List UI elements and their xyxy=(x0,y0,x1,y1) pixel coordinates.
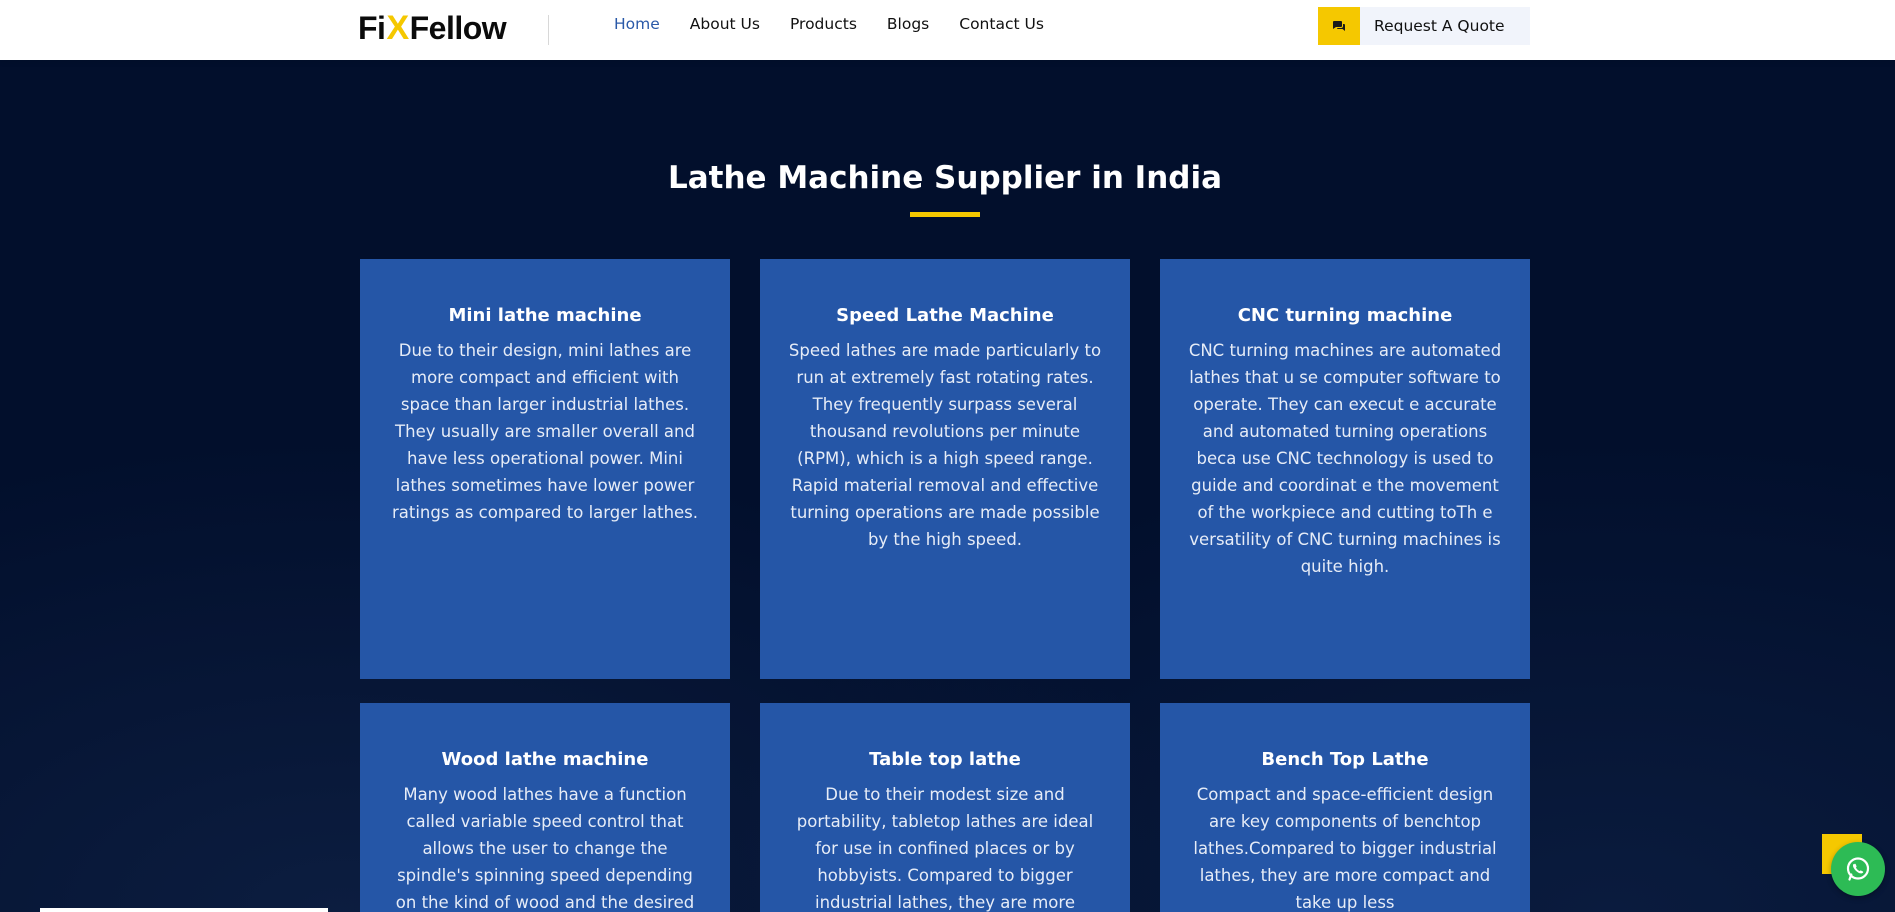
card-title: Wood lathe machine xyxy=(441,749,649,770)
card-body: Speed lathes are made particularly to ru… xyxy=(788,341,1102,549)
request-quote-button[interactable]: Request A Quote xyxy=(1318,7,1530,45)
logo-divider xyxy=(548,15,549,45)
bottom-progress-bar xyxy=(40,908,328,912)
whatsapp-icon[interactable] xyxy=(1831,842,1885,896)
card-cnc-turning: CNC turning machine CNC turning machines… xyxy=(1160,259,1530,679)
card-body: CNC turning machines are automated lathe… xyxy=(1188,341,1502,576)
card-body: Many wood lathes have a function called … xyxy=(395,785,695,912)
card-title: Table top lathe xyxy=(869,749,1021,770)
card-title: CNC turning machine xyxy=(1237,305,1453,326)
chat-icon xyxy=(1318,7,1360,45)
card-body: Due to their design, mini lathes are mor… xyxy=(391,341,699,522)
site-logo[interactable]: FiXFellow xyxy=(358,8,507,48)
nav-about-us[interactable]: About Us xyxy=(690,14,760,34)
card-speed-lathe: Speed Lathe Machine Speed lathes are mad… xyxy=(760,259,1130,679)
card-body: Due to their modest size and portability… xyxy=(796,785,1094,912)
nav-blogs[interactable]: Blogs xyxy=(887,14,929,34)
card-mini-lathe: Mini lathe machine Due to their design, … xyxy=(360,259,730,679)
card-title: Speed Lathe Machine xyxy=(836,305,1054,326)
nav-products[interactable]: Products xyxy=(790,14,857,34)
card-wood-lathe: Wood lathe machine Many wood lathes have… xyxy=(360,703,730,912)
site-header: FiXFellow Home About Us Products Blogs C… xyxy=(0,0,1895,60)
nav-contact-us[interactable]: Contact Us xyxy=(959,14,1044,34)
nav-home[interactable]: Home xyxy=(614,14,660,34)
card-bench-top-lathe: Bench Top Lathe Compact and space-effici… xyxy=(1160,703,1530,912)
card-table-top-lathe: Table top lathe Due to their modest size… xyxy=(760,703,1130,912)
request-quote-label: Request A Quote xyxy=(1374,17,1505,35)
card-title: Bench Top Lathe xyxy=(1261,749,1429,770)
section-title: Lathe Machine Supplier in India xyxy=(667,160,1223,196)
main-nav: Home About Us Products Blogs Contact Us xyxy=(614,14,1044,34)
card-body: Compact and space-efficient design are k… xyxy=(1193,785,1497,912)
card-title: Mini lathe machine xyxy=(448,305,642,326)
title-underline xyxy=(910,212,980,217)
